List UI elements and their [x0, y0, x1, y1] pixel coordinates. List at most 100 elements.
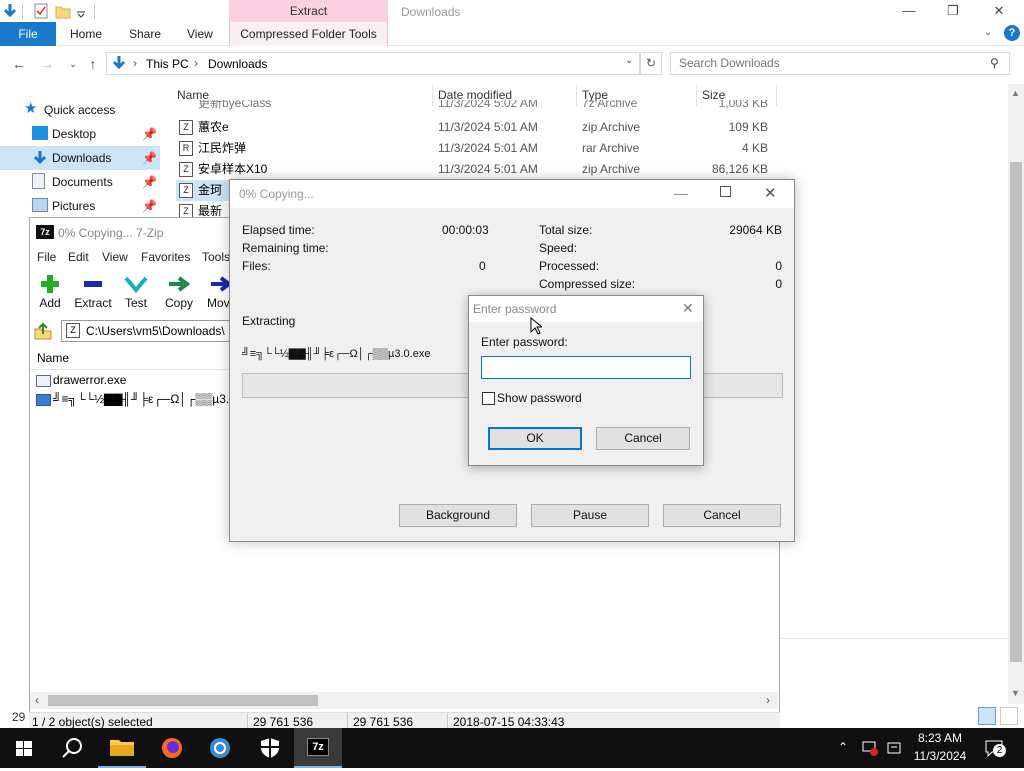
downloads-arrow-icon[interactable] — [2, 3, 18, 19]
minimize-button[interactable]: — — [674, 185, 688, 201]
qat-dropdown-icon[interactable] — [75, 3, 91, 19]
windows-security-icon[interactable] — [246, 728, 294, 768]
menu-edit[interactable]: Edit — [68, 250, 89, 266]
back-arrow-icon[interactable]: ← — [10, 55, 28, 73]
tab-home[interactable]: Home — [56, 22, 116, 46]
cancel-button[interactable]: Cancel — [663, 504, 781, 527]
sidebar-item-desktop[interactable]: Desktop 📌 — [22, 122, 160, 146]
toolbar-test-button[interactable]: Test — [113, 274, 159, 310]
search-input[interactable]: Search Downloads — [670, 52, 1010, 75]
show-password-label[interactable]: Show password — [497, 391, 582, 405]
input-indicator-icon[interactable] — [886, 740, 902, 756]
ribbon-expand-icon[interactable]: ⌄ — [984, 27, 998, 41]
help-icon[interactable]: ? — [1004, 25, 1020, 41]
menu-file[interactable]: File — [37, 250, 56, 266]
menu-view[interactable]: View — [102, 250, 128, 266]
properties-icon[interactable] — [33, 3, 49, 19]
file-name: 江民炸弹 — [198, 141, 247, 155]
file-row-selected[interactable]: Z 金珂 — [176, 180, 232, 201]
large-icons-view-icon[interactable] — [1000, 707, 1018, 725]
password-dialog: Enter password ✕ Enter password: Show pa… — [468, 295, 704, 466]
close-icon[interactable]: ✕ — [682, 300, 694, 317]
start-button[interactable] — [0, 728, 48, 768]
up-folder-icon[interactable] — [34, 322, 52, 340]
toolbar-extract-button[interactable]: Extract — [70, 274, 116, 310]
maximize-button[interactable]: ❐ — [930, 0, 976, 22]
tab-file[interactable]: File — [0, 22, 56, 46]
breadcrumb-downloads[interactable]: Downloads — [208, 57, 267, 71]
copying-dialog-title: 0% Copying... — [230, 180, 794, 208]
desktop-icon — [32, 126, 48, 140]
context-tab-extract[interactable]: Extract — [229, 0, 388, 22]
notifications-icon[interactable]: 2 — [984, 738, 1006, 758]
windows-logo-icon — [16, 741, 32, 756]
tab-view[interactable]: View — [173, 22, 227, 46]
sidebar-item-pictures[interactable]: Pictures 📌 — [22, 194, 160, 218]
close-button[interactable]: ✕ — [764, 184, 777, 202]
horizontal-scrollbar[interactable]: ‹ › — [30, 692, 778, 709]
toolbar-add-button[interactable]: Add — [27, 274, 73, 310]
forward-arrow-icon[interactable]: → — [38, 55, 56, 73]
details-view-icon[interactable] — [978, 707, 996, 725]
firefox-icon[interactable] — [148, 728, 196, 768]
toolbar-copy-button[interactable]: Copy — [156, 274, 202, 310]
menu-tools[interactable]: Tools — [202, 250, 230, 266]
scroll-left-icon[interactable]: ‹ — [35, 693, 39, 707]
list-item[interactable]: drawerror.exe — [34, 372, 230, 390]
toolbar-move-button[interactable]: Mov — [199, 274, 231, 310]
file-row[interactable]: R 江民炸弹 11/3/2024 5:01 AM rar Archive 4 K… — [176, 138, 776, 159]
scroll-right-icon[interactable]: › — [766, 693, 770, 707]
scroll-up-icon[interactable]: ▲ — [1011, 88, 1020, 98]
new-folder-icon[interactable] — [55, 3, 71, 19]
ok-button[interactable]: OK — [488, 427, 582, 450]
cancel-button[interactable]: Cancel — [596, 427, 690, 450]
scrollbar-thumb[interactable] — [48, 695, 318, 706]
network-icon[interactable] — [862, 740, 878, 756]
sidebar-item-documents[interactable]: Documents 📌 — [22, 170, 160, 194]
show-password-checkbox[interactable] — [482, 392, 495, 405]
sidebar-item-downloads[interactable]: Downloads 📌 — [0, 146, 160, 170]
qat-divider — [22, 3, 23, 19]
sevenzip-taskbar-icon[interactable]: 7z — [294, 728, 342, 768]
password-prompt-label: Enter password: — [481, 335, 568, 349]
refresh-icon[interactable]: ↻ — [640, 52, 662, 75]
file-explorer-taskbar-icon[interactable] — [98, 728, 146, 768]
clock-date[interactable]: 11/3/2024 — [912, 749, 968, 763]
column-header-name[interactable]: Name — [37, 351, 69, 365]
sidebar-item-quick-access[interactable]: ★ Quick access — [22, 98, 160, 122]
minimize-button[interactable]: — — [886, 0, 932, 22]
clock-time[interactable]: 8:23 AM — [912, 731, 968, 745]
up-arrow-icon[interactable]: ↑ — [84, 55, 102, 73]
background-button[interactable]: Background — [399, 504, 517, 527]
password-dialog-title: Enter password — [469, 296, 703, 322]
tab-compressed-folder-tools[interactable]: Compressed Folder Tools — [229, 22, 388, 46]
path-input[interactable]: Z C:\Users\vm5\Downloads\ — [61, 320, 231, 342]
file-row[interactable]: Z 蕙农e 11/3/2024 5:01 AM zip Archive 109 … — [176, 117, 776, 138]
file-row[interactable]: Z 安卓样本X10 11/3/2024 5:01 AM zip Archive … — [176, 159, 776, 180]
file-row[interactable]: 更新byeClass 11/3/2024 5:02 AM 7z Archive … — [176, 100, 776, 114]
status-divider — [347, 713, 348, 729]
file-name: 蕙农e — [198, 120, 229, 134]
recent-locations-icon[interactable]: ⌄ — [64, 55, 82, 73]
vertical-scrollbar[interactable]: ▲ ▼ — [1008, 84, 1024, 704]
address-bar[interactable]: › This PC › Downloads ⌄ — [106, 52, 640, 75]
address-dropdown-icon[interactable]: ⌄ — [625, 55, 633, 66]
zip-archive-icon: Z — [66, 323, 80, 338]
show-hidden-icons-icon[interactable]: ⌃ — [838, 740, 848, 754]
scrollbar-thumb[interactable] — [1010, 162, 1022, 662]
sidebar-item-label: Documents — [52, 175, 113, 189]
pause-button[interactable]: Pause — [531, 504, 649, 527]
scroll-down-icon[interactable]: ▼ — [1011, 688, 1020, 698]
search-icon[interactable] — [48, 728, 96, 768]
close-button[interactable]: ✕ — [976, 0, 1022, 22]
tab-share[interactable]: Share — [115, 22, 175, 46]
menu-favorites[interactable]: Favorites — [141, 250, 190, 266]
maximize-button[interactable] — [720, 186, 731, 197]
test-icon — [124, 274, 148, 294]
breadcrumb-this-pc[interactable]: This PC — [146, 57, 189, 71]
password-input[interactable] — [481, 356, 691, 379]
status-divider — [247, 713, 248, 729]
list-item-selected[interactable]: ╝≡╗└└½▇▇╢╜╞ε┌─Ω│┌▒▒µ3.0.exe — [34, 391, 230, 409]
chrome-icon[interactable] — [196, 728, 244, 768]
status-divider — [447, 713, 448, 729]
